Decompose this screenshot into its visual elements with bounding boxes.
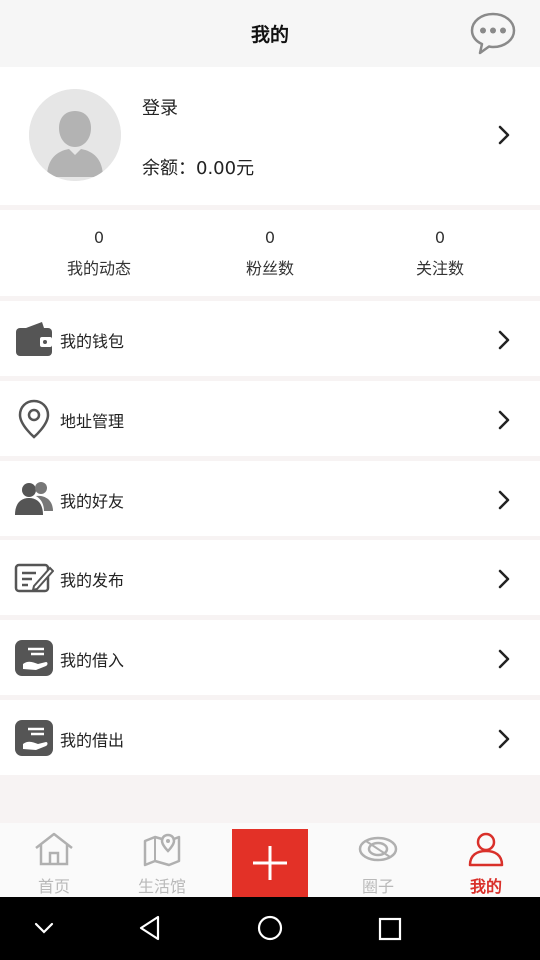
top-header: 我的 bbox=[0, 0, 540, 67]
chevron-right-icon bbox=[498, 649, 510, 669]
chevron-right-icon bbox=[498, 490, 510, 510]
tab-mine[interactable]: 我的 bbox=[432, 823, 540, 897]
page-title: 我的 bbox=[250, 24, 289, 46]
stat-fans[interactable]: 0 粉丝数 bbox=[185, 210, 355, 279]
default-user-avatar-icon bbox=[29, 89, 121, 181]
system-nav-bar bbox=[0, 897, 540, 960]
balance-text: 余额：0.00元 bbox=[142, 158, 255, 179]
tab-circle[interactable]: 圈子 bbox=[324, 823, 432, 897]
stats-row: 0 我的动态 0 粉丝数 0 关注数 bbox=[0, 210, 540, 296]
menu-item-label: 地址管理 bbox=[60, 412, 125, 431]
map-icon bbox=[143, 833, 181, 867]
tab-label: 圈子 bbox=[361, 877, 394, 896]
user-icon bbox=[468, 832, 504, 867]
borrow-out-icon bbox=[15, 720, 53, 756]
menu-item-wallet[interactable]: 我的钱包 bbox=[0, 301, 540, 376]
chat-bubble-icon[interactable] bbox=[469, 9, 517, 57]
menu-item-my-posts[interactable]: 我的发布 bbox=[0, 540, 540, 615]
chevron-right-icon bbox=[498, 729, 510, 749]
menu-item-borrow-in[interactable]: 我的借入 bbox=[0, 620, 540, 695]
stat-my-posts[interactable]: 0 我的动态 bbox=[14, 210, 184, 279]
stat-label: 粉丝数 bbox=[245, 259, 294, 278]
tab-label: 生活馆 bbox=[137, 877, 186, 896]
menu-item-address[interactable]: 地址管理 bbox=[0, 381, 540, 456]
tab-label: 我的 bbox=[469, 877, 502, 896]
home-icon bbox=[35, 832, 73, 866]
login-link[interactable]: 登录 bbox=[142, 94, 178, 120]
eye-icon bbox=[358, 836, 398, 862]
menu-item-label: 我的发布 bbox=[60, 571, 125, 590]
chevron-right-icon bbox=[498, 569, 510, 589]
bottom-tab-bar: 首页 生活馆 圈子 我的 bbox=[0, 823, 540, 897]
location-pin-icon bbox=[18, 399, 50, 439]
add-post-button[interactable] bbox=[232, 829, 308, 897]
menu-item-friends[interactable]: 我的好友 bbox=[0, 461, 540, 536]
chevron-right-icon bbox=[498, 330, 510, 350]
chevron-right-icon bbox=[498, 410, 510, 430]
plus-icon bbox=[253, 846, 287, 880]
wallet-icon bbox=[16, 322, 52, 356]
stat-value: 0 bbox=[434, 228, 446, 247]
recent-apps-icon[interactable] bbox=[378, 917, 402, 941]
friends-icon bbox=[15, 482, 53, 515]
stat-value: 0 bbox=[93, 228, 105, 247]
tab-home[interactable]: 首页 bbox=[0, 823, 108, 897]
menu-item-borrow-out[interactable]: 我的借出 bbox=[0, 700, 540, 775]
stat-label: 我的动态 bbox=[66, 259, 131, 278]
tab-life-hall[interactable]: 生活馆 bbox=[108, 823, 216, 897]
stat-label: 关注数 bbox=[415, 259, 464, 278]
stat-following[interactable]: 0 关注数 bbox=[355, 210, 525, 279]
edit-note-icon bbox=[14, 563, 54, 593]
stat-value: 0 bbox=[264, 228, 276, 247]
back-icon[interactable] bbox=[138, 915, 162, 941]
borrow-in-icon bbox=[15, 640, 53, 676]
chevron-right-icon bbox=[498, 125, 510, 145]
menu-item-label: 我的借入 bbox=[60, 651, 125, 670]
profile-card[interactable]: 登录 余额：0.00元 bbox=[0, 67, 540, 205]
home-circle-icon[interactable] bbox=[257, 915, 283, 941]
chevron-down-icon[interactable] bbox=[34, 921, 54, 935]
tab-label: 首页 bbox=[37, 877, 70, 896]
menu-item-label: 我的钱包 bbox=[60, 332, 125, 351]
menu-item-label: 我的好友 bbox=[60, 492, 125, 511]
menu-item-label: 我的借出 bbox=[60, 731, 125, 750]
avatar[interactable] bbox=[29, 89, 121, 181]
